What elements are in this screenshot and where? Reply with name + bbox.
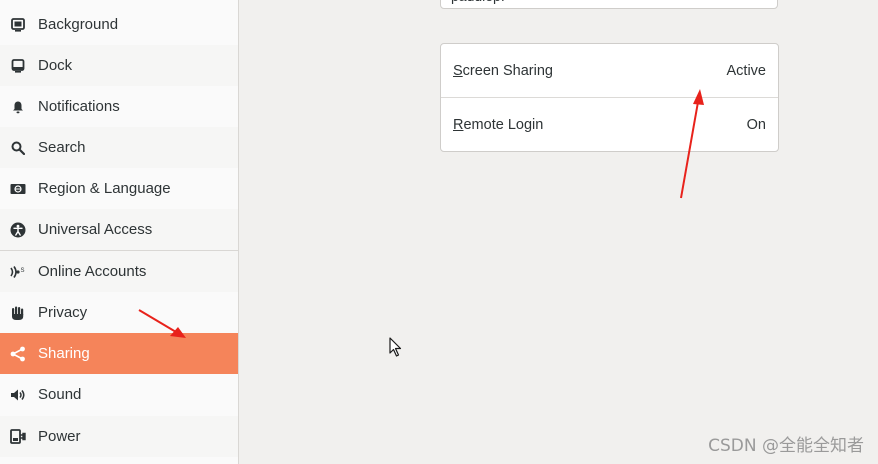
remote-login-label-rest: emote Login xyxy=(463,117,544,133)
background-icon xyxy=(10,17,26,33)
sidebar-item-dock[interactable]: Dock xyxy=(0,45,238,86)
region-icon xyxy=(10,181,26,197)
svg-text:S: S xyxy=(21,268,25,274)
online-accounts-icon: S xyxy=(10,264,26,280)
mouse-cursor-icon xyxy=(389,337,402,357)
main-panel: paddlep. Screen Sharing Active Remote Lo… xyxy=(239,0,878,464)
sidebar-item-label: Universal Access xyxy=(38,221,153,238)
sidebar-item-label: Online Accounts xyxy=(38,263,147,280)
sidebar-item-universal-access[interactable]: Universal Access xyxy=(0,209,238,250)
remote-login-mnemonic: R xyxy=(453,117,464,133)
sidebar-item-notifications[interactable]: Notifications xyxy=(0,86,238,127)
remote-login-status: On xyxy=(746,117,766,133)
sidebar-item-region-language[interactable]: Region & Language xyxy=(0,168,238,209)
sidebar-item-online-accounts[interactable]: S Online Accounts xyxy=(0,251,238,292)
sidebar: Background Dock Notifications Search Reg… xyxy=(0,0,239,464)
sidebar-item-power[interactable]: Power xyxy=(0,416,238,457)
screen-sharing-row[interactable]: Screen Sharing Active xyxy=(441,44,778,98)
search-icon xyxy=(10,140,26,156)
sidebar-item-search[interactable]: Search xyxy=(0,127,238,168)
speaker-icon xyxy=(10,387,26,403)
dock-icon xyxy=(10,58,26,74)
sidebar-item-privacy[interactable]: Privacy xyxy=(0,292,238,333)
remote-login-label: Remote Login xyxy=(453,117,543,133)
sharing-services-list: Screen Sharing Active Remote Login On xyxy=(440,43,779,152)
sidebar-item-sound[interactable]: Sound xyxy=(0,374,238,415)
remote-login-row[interactable]: Remote Login On xyxy=(441,98,778,151)
screen-sharing-label-rest: creen Sharing xyxy=(462,62,553,79)
device-name-field[interactable]: paddlep. xyxy=(440,0,778,9)
share-icon xyxy=(10,346,26,362)
sidebar-item-label: Privacy xyxy=(38,304,88,321)
hand-icon xyxy=(10,305,26,321)
sidebar-item-label: Notifications xyxy=(38,98,120,115)
sidebar-item-label: Background xyxy=(38,16,119,33)
screen-sharing-mnemonic: S xyxy=(453,62,463,79)
sidebar-item-label: Sharing xyxy=(38,345,90,362)
sidebar-item-label: Power xyxy=(38,428,81,445)
screen-sharing-label: Screen Sharing xyxy=(453,63,553,79)
sidebar-item-sharing[interactable]: Sharing xyxy=(0,333,238,374)
sidebar-item-label: Sound xyxy=(38,386,82,403)
bell-icon xyxy=(10,99,26,115)
accessibility-icon xyxy=(10,222,26,238)
power-plug-icon xyxy=(10,428,26,445)
sidebar-item-label: Region & Language xyxy=(38,180,171,197)
sidebar-item-label: Dock xyxy=(38,57,73,74)
sidebar-item-label: Search xyxy=(38,139,86,156)
sidebar-item-background[interactable]: Background xyxy=(0,4,238,45)
screen-sharing-status: Active xyxy=(726,62,767,79)
watermark: CSDN @全能全知者 xyxy=(708,436,864,456)
